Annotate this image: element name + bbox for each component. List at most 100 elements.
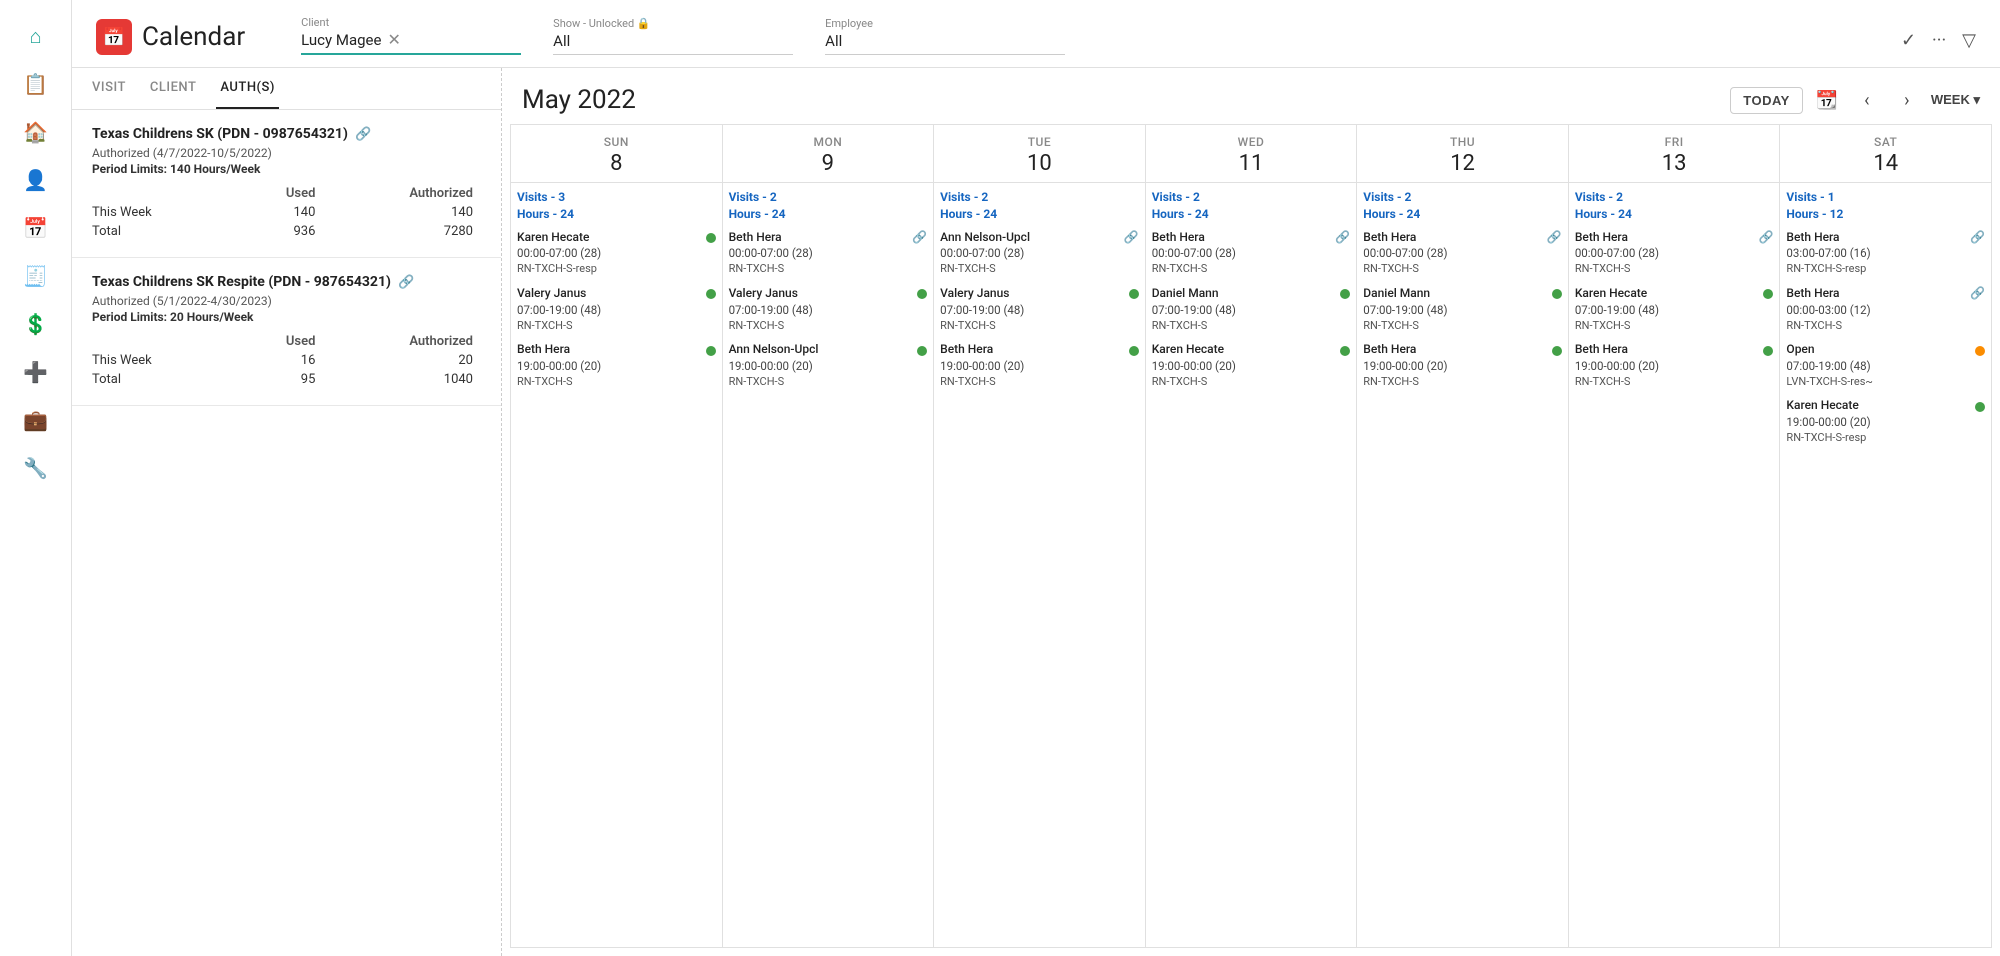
sidebar-item-calendar[interactable]: 📅 [16, 208, 56, 248]
employee-label: Employee [825, 17, 1065, 30]
visit-name-row: Karen Hecate [1786, 397, 1985, 414]
auth-2-external-link-icon[interactable]: 🔗 [398, 275, 414, 290]
visit-card[interactable]: Daniel Mann 07:00-19:00 (48) RN-TXCH-S [1363, 285, 1562, 333]
link-icon[interactable]: 🔗 [1970, 285, 1985, 302]
day-column: Visits - 3Hours - 24 Karen Hecate 00:00-… [511, 183, 723, 948]
visit-card[interactable]: Open 07:00-19:00 (48) LVN-TXCH-S-res~ [1786, 341, 1985, 389]
visit-summary[interactable]: Visits - 2Hours - 24 [1363, 189, 1562, 223]
visit-code: RN-TXCH-S [1363, 374, 1562, 389]
page-title: Calendar [142, 22, 245, 52]
filter-button[interactable]: ▽ [1962, 30, 1976, 51]
visit-employee-name: Ann Nelson-Upcl [940, 229, 1030, 246]
link-icon[interactable]: 🔗 [912, 229, 927, 246]
visit-time: 19:00-00:00 (20) [1152, 358, 1351, 374]
sidebar-item-plus[interactable]: ➕ [16, 352, 56, 392]
visit-card[interactable]: Beth Hera 19:00-00:00 (20) RN-TXCH-S [940, 341, 1139, 389]
calendar-area: May 2022 TODAY 📆 ‹ › WEEK ▾ SUN 8 MON 9 … [502, 68, 2000, 956]
visit-card[interactable]: Beth Hera 🔗 00:00-07:00 (28) RN-TXCH-S [1152, 229, 1351, 277]
employee-value[interactable]: All [825, 32, 1065, 55]
week-view-dropdown[interactable]: WEEK ▾ [1931, 92, 1980, 108]
visit-card[interactable]: Beth Hera 🔗 00:00-03:00 (12) RN-TXCH-S [1786, 285, 1985, 333]
client-field: Client Lucy Magee ✕ [301, 16, 521, 55]
visit-summary[interactable]: Visits - 2Hours - 24 [1575, 189, 1774, 223]
visit-card[interactable]: Ann Nelson-Upcl 🔗 00:00-07:00 (28) RN-TX… [940, 229, 1139, 277]
visit-employee-name: Daniel Mann [1363, 285, 1430, 302]
visit-summary[interactable]: Visits - 2Hours - 24 [1152, 189, 1351, 223]
clear-client-button[interactable]: ✕ [387, 32, 400, 48]
show-value[interactable]: All [553, 32, 793, 55]
visit-card[interactable]: Beth Hera 19:00-00:00 (20) RN-TXCH-S [1575, 341, 1774, 389]
visit-card[interactable]: Beth Hera 19:00-00:00 (20) RN-TXCH-S [1363, 341, 1562, 389]
visit-name-row: Valery Janus [729, 285, 928, 302]
visit-card[interactable]: Valery Janus 07:00-19:00 (48) RN-TXCH-S [517, 285, 716, 333]
status-dot [917, 289, 927, 299]
sidebar-item-person[interactable]: 👤 [16, 160, 56, 200]
visit-code: RN-TXCH-S [940, 318, 1139, 333]
sidebar: ⌂ 📋 🏠 👤 📅 🧾 💲 ➕ 💼 🔧 [0, 0, 72, 956]
sidebar-item-invoice[interactable]: 🧾 [16, 256, 56, 296]
visit-card[interactable]: Beth Hera 🔗 03:00-07:00 (16) RN-TXCH-S-r… [1786, 229, 1985, 277]
sidebar-item-document[interactable]: 📋 [16, 64, 56, 104]
visit-card[interactable]: Karen Hecate 00:00-07:00 (28) RN-TXCH-S-… [517, 229, 716, 277]
sidebar-item-briefcase[interactable]: 💼 [16, 400, 56, 440]
next-week-button[interactable]: › [1891, 84, 1923, 116]
visit-card[interactable]: Beth Hera 🔗 00:00-07:00 (28) RN-TXCH-S [1363, 229, 1562, 277]
visit-time: 07:00-19:00 (48) [940, 302, 1139, 318]
visit-code: RN-TXCH-S [517, 318, 716, 333]
visit-summary[interactable]: Visits - 1Hours - 12 [1786, 189, 1985, 223]
sidebar-item-dollar[interactable]: 💲 [16, 304, 56, 344]
row-used: 140 [241, 203, 324, 222]
checkmark-button[interactable]: ✓ [1901, 30, 1916, 51]
day-number: 12 [1361, 151, 1564, 176]
visit-card[interactable]: Karen Hecate 19:00-00:00 (20) RN-TXCH-S-… [1786, 397, 1985, 445]
link-icon[interactable]: 🔗 [1124, 229, 1139, 246]
visit-employee-name: Valery Janus [517, 285, 586, 302]
status-dot [706, 289, 716, 299]
visit-name-row: Daniel Mann [1363, 285, 1562, 302]
visit-card[interactable]: Valery Janus 07:00-19:00 (48) RN-TXCH-S [729, 285, 928, 333]
link-icon[interactable]: 🔗 [1970, 229, 1985, 246]
visit-card[interactable]: Valery Janus 07:00-19:00 (48) RN-TXCH-S [940, 285, 1139, 333]
auth-2-period: Period Limits: 20 Hours/Week [92, 310, 481, 324]
visit-employee-name: Beth Hera [1363, 229, 1416, 246]
status-dot [1129, 346, 1139, 356]
auth-1-external-link-icon[interactable]: 🔗 [355, 127, 371, 142]
visit-card[interactable]: Beth Hera 19:00-00:00 (20) RN-TXCH-S [517, 341, 716, 389]
day-column: Visits - 2Hours - 24 Beth Hera 🔗 00:00-0… [1569, 183, 1781, 948]
day-grid: SUN 8 MON 9 TUE 10 WED 11 THU 12 FRI 13 … [502, 124, 2000, 956]
link-icon[interactable]: 🔗 [1547, 229, 1562, 246]
visit-time: 19:00-00:00 (20) [1575, 358, 1774, 374]
visit-time: 00:00-07:00 (28) [940, 245, 1139, 261]
link-icon[interactable]: 🔗 [1335, 229, 1350, 246]
visit-time: 19:00-00:00 (20) [1786, 414, 1985, 430]
more-options-button[interactable]: ··· [1932, 30, 1946, 51]
visit-card[interactable]: Beth Hera 🔗 00:00-07:00 (28) RN-TXCH-S [729, 229, 928, 277]
link-icon[interactable]: 🔗 [1758, 229, 1773, 246]
visit-summary[interactable]: Visits - 2Hours - 24 [940, 189, 1139, 223]
visit-card[interactable]: Karen Hecate 07:00-19:00 (48) RN-TXCH-S [1575, 285, 1774, 333]
visit-employee-name: Beth Hera [1575, 229, 1628, 246]
visit-employee-name: Daniel Mann [1152, 285, 1219, 302]
visit-card[interactable]: Beth Hera 🔗 00:00-07:00 (28) RN-TXCH-S [1575, 229, 1774, 277]
visit-card[interactable]: Karen Hecate 19:00-00:00 (20) RN-TXCH-S [1152, 341, 1351, 389]
calendar-date-picker-icon[interactable]: 📆 [1811, 84, 1843, 116]
sidebar-item-home[interactable]: ⌂ [16, 16, 56, 56]
row-label: This Week [92, 351, 241, 370]
visit-summary[interactable]: Visits - 2Hours - 24 [729, 189, 928, 223]
prev-week-button[interactable]: ‹ [1851, 84, 1883, 116]
visit-employee-name: Karen Hecate [1786, 397, 1858, 414]
tab-visit[interactable]: VISIT [88, 68, 130, 109]
table-row: Total 936 7280 [92, 222, 481, 241]
today-button[interactable]: TODAY [1730, 87, 1803, 114]
visit-card[interactable]: Ann Nelson-Upcl 19:00-00:00 (20) RN-TXCH… [729, 341, 928, 389]
tab-client[interactable]: CLIENT [146, 68, 201, 109]
visit-card[interactable]: Daniel Mann 07:00-19:00 (48) RN-TXCH-S [1152, 285, 1351, 333]
table-row: This Week 140 140 [92, 203, 481, 222]
visit-name-row: Beth Hera 🔗 [1786, 229, 1985, 246]
visit-summary[interactable]: Visits - 3Hours - 24 [517, 189, 716, 223]
day-header-cell: TUE 10 [934, 125, 1146, 183]
tab-auths[interactable]: AUTH(S) [216, 68, 279, 109]
sidebar-item-house[interactable]: 🏠 [16, 112, 56, 152]
auth-2-title: Texas Childrens SK Respite (PDN - 987654… [92, 274, 481, 290]
sidebar-item-tools[interactable]: 🔧 [16, 448, 56, 488]
